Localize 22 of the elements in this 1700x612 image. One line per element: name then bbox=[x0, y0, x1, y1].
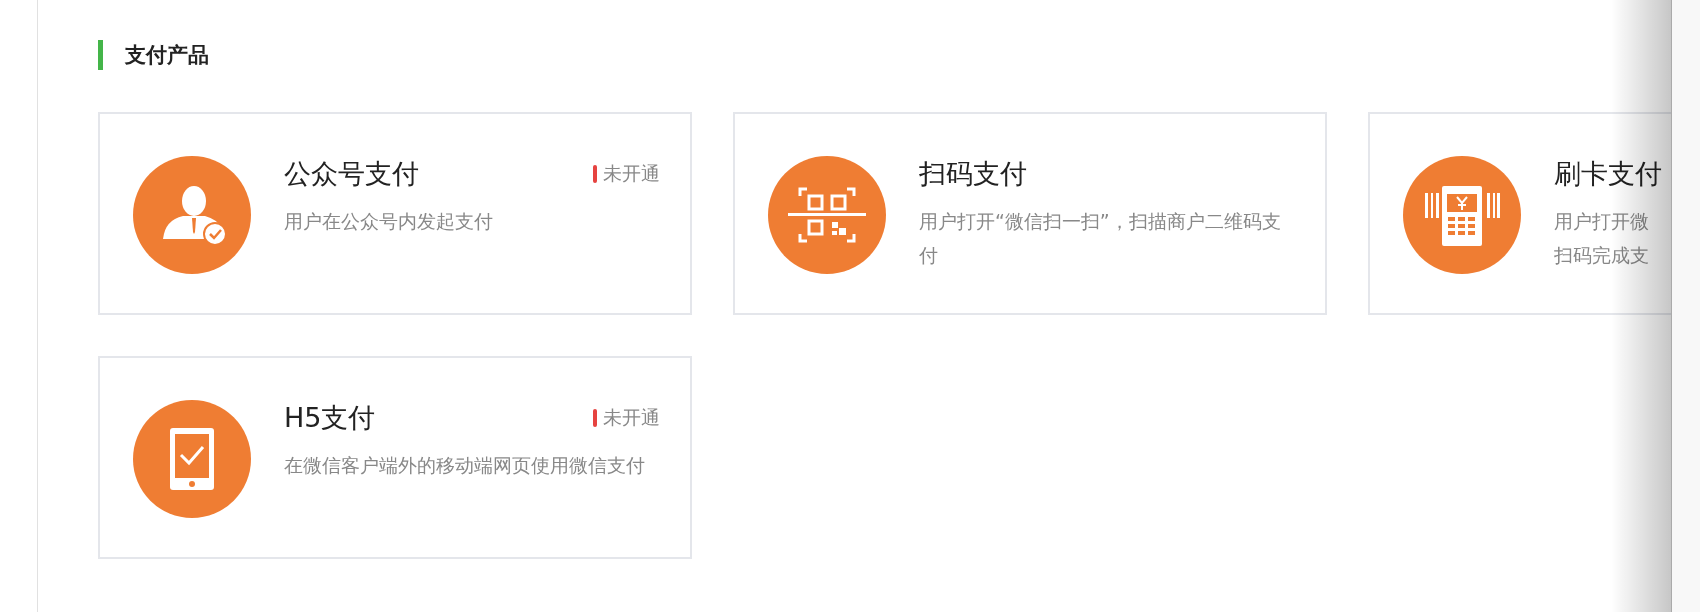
product-description: 用户打开“微信扫一扫”，扫描商户二维码支付 bbox=[919, 209, 1282, 268]
phone-check-icon bbox=[133, 400, 251, 518]
product-card[interactable]: 公众号支付 未开通 用户在公众号内发起支付 bbox=[98, 112, 692, 315]
product-name: 公众号支付 bbox=[284, 157, 419, 191]
product-name: H5支付 bbox=[284, 401, 376, 435]
qr-code-icon bbox=[768, 156, 886, 274]
product-description: 扫码完成支 bbox=[1554, 243, 1650, 268]
product-card[interactable]: H5支付 未开通 在微信客户端外的移动端网页使用微信支付 bbox=[98, 356, 692, 559]
card-terminal-icon bbox=[1403, 156, 1521, 274]
section-title: 支付产品 bbox=[125, 42, 209, 69]
product-description: 用户在公众号内发起支付 bbox=[284, 209, 494, 234]
product-name: 扫码支付 bbox=[919, 157, 1027, 191]
status-label: 未开通 bbox=[603, 161, 660, 186]
person-check-icon bbox=[133, 156, 251, 274]
status-label: 未开通 bbox=[603, 405, 660, 430]
product-description: 用户打开微 bbox=[1554, 209, 1650, 234]
section-marker bbox=[98, 40, 103, 70]
alert-icon bbox=[593, 165, 597, 183]
alert-icon bbox=[593, 409, 597, 427]
product-name: 刷卡支付 bbox=[1554, 157, 1662, 191]
product-card[interactable]: 扫码支付 用户打开“微信扫一扫”，扫描商户二维码支付 bbox=[733, 112, 1327, 315]
product-description: 在微信客户端外的移动端网页使用微信支付 bbox=[284, 453, 646, 478]
